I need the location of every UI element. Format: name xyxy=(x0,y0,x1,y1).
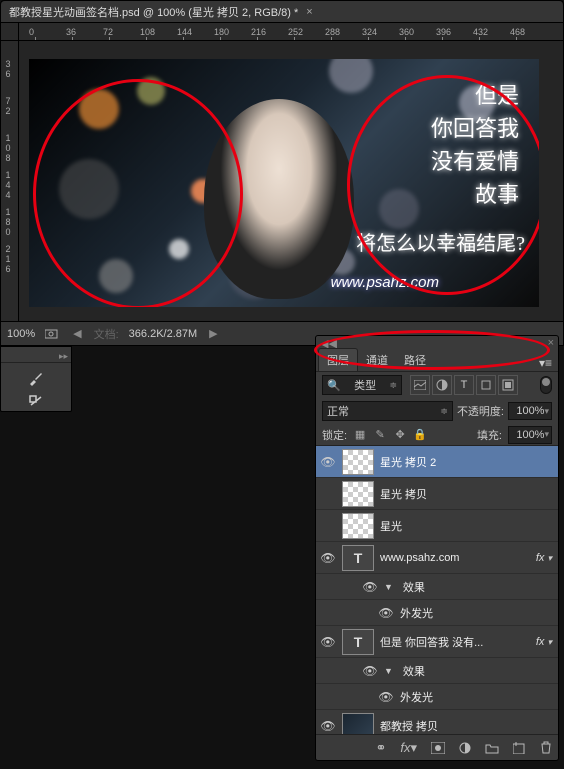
layer-group-icon[interactable] xyxy=(485,742,499,754)
filter-smart-icon[interactable] xyxy=(498,375,518,395)
layer-thumbnail[interactable] xyxy=(342,481,374,507)
doc-info: 366.2K/2.87M xyxy=(129,328,198,340)
layer-row[interactable]: 👁 Twww.psahz.com fx ▾ xyxy=(316,542,558,574)
tool-options-panel: ▸▸ xyxy=(0,346,72,412)
layer-name[interactable]: 都教授 拷贝 xyxy=(380,718,438,734)
document-title: 都教授星光动画签名档.psd @ 100% (星光 拷贝 2, RGB/8) * xyxy=(9,4,298,20)
tab-layers[interactable]: 图层 xyxy=(318,348,358,371)
opacity-label: 不透明度: xyxy=(457,403,504,419)
blend-mode-select[interactable]: 正常≑ xyxy=(322,401,453,421)
lock-transparent-icon[interactable]: ▦ xyxy=(353,428,367,442)
vertical-ruler[interactable]: 3672108144180216 xyxy=(1,41,19,321)
layer-filter-kind[interactable]: 🔍类型≑ xyxy=(322,375,402,395)
visibility-toggle[interactable]: 👁 xyxy=(378,690,394,704)
layer-thumbnail[interactable]: T xyxy=(342,629,374,655)
layer-mask-icon[interactable] xyxy=(431,742,445,754)
layer-row[interactable]: 👁外发光 xyxy=(316,600,558,626)
fx-indicator[interactable]: fx ▾ xyxy=(536,552,554,564)
fill-value[interactable]: 100%▾ xyxy=(508,426,552,444)
horizontal-ruler[interactable]: 03672108144180216252288324360396432468 xyxy=(19,23,563,41)
layer-fx-icon[interactable]: fx▾ xyxy=(400,740,417,756)
layer-row[interactable]: 👁外发光 xyxy=(316,684,558,710)
filter-adjust-icon[interactable] xyxy=(432,375,452,395)
canvas[interactable]: 但是 你回答我 没有爱情 故事 将怎么以幸福结尾? www.psahz.com xyxy=(29,59,539,307)
layer-name[interactable]: 星光 拷贝 2 xyxy=(380,454,436,470)
layer-row[interactable]: 👁▼效果 xyxy=(316,658,558,684)
brush-presets-icon[interactable] xyxy=(26,369,46,387)
portrait-placeholder xyxy=(204,99,354,299)
layer-thumbnail[interactable]: T xyxy=(342,545,374,571)
visibility-toggle[interactable]: 👁 xyxy=(320,455,336,469)
layers-panel: ◀◀ × 图层 通道 路径 ▾≡ 🔍类型≑ T 正常≑ 不透明度: 100%▾ … xyxy=(315,335,559,761)
lock-all-icon[interactable]: 🔒 xyxy=(413,428,427,442)
layer-name[interactable]: www.psahz.com xyxy=(380,552,459,564)
doc-info-label: 文档: xyxy=(94,326,119,342)
visibility-toggle[interactable]: 👁 xyxy=(320,487,336,501)
layer-row[interactable]: 👁 星光 xyxy=(316,510,558,542)
layer-row[interactable]: 👁 星光 拷贝 2 xyxy=(316,446,558,478)
visibility-toggle[interactable]: 👁 xyxy=(362,580,378,594)
link-layers-icon[interactable]: ⚭ xyxy=(375,740,386,756)
layer-row[interactable]: 👁 都教授 拷贝 xyxy=(316,710,558,734)
tab-channels[interactable]: 通道 xyxy=(358,349,396,371)
visibility-toggle[interactable]: 👁 xyxy=(320,719,336,733)
document-window: 都教授星光动画签名档.psd @ 100% (星光 拷贝 2, RGB/8) *… xyxy=(0,0,564,346)
layer-thumbnail[interactable] xyxy=(342,713,374,735)
filter-pixel-icon[interactable] xyxy=(410,375,430,395)
adjustment-layer-icon[interactable] xyxy=(459,742,471,754)
panel-menu-icon[interactable]: ▾≡ xyxy=(533,355,558,371)
delete-layer-icon[interactable] xyxy=(540,741,552,754)
opacity-value[interactable]: 100%▾ xyxy=(508,402,552,420)
layers-footer: ⚭ fx▾ xyxy=(316,734,558,760)
tab-close-icon[interactable]: × xyxy=(306,6,312,18)
new-layer-icon[interactable] xyxy=(513,742,526,754)
document-tab[interactable]: 都教授星光动画签名档.psd @ 100% (星光 拷贝 2, RGB/8) *… xyxy=(1,1,563,23)
canvas-text: 但是 你回答我 没有爱情 故事 将怎么以幸福结尾? xyxy=(431,79,519,211)
layer-name[interactable]: 但是 你回答我 没有... xyxy=(380,634,483,650)
canvas-viewport[interactable]: 但是 你回答我 没有爱情 故事 将怎么以幸福结尾? www.psahz.com xyxy=(19,41,563,321)
layer-row[interactable]: 👁 星光 拷贝 xyxy=(316,478,558,510)
visibility-toggle[interactable]: 👁 xyxy=(362,664,378,678)
layer-name[interactable]: 星光 拷贝 xyxy=(380,486,427,502)
visibility-toggle[interactable]: 👁 xyxy=(320,551,336,565)
filter-shape-icon[interactable] xyxy=(476,375,496,395)
lock-label: 锁定: xyxy=(322,427,347,443)
visibility-toggle[interactable]: 👁 xyxy=(320,635,336,649)
filter-toggle[interactable] xyxy=(540,376,552,394)
panel-tabs: 图层 通道 路径 ▾≡ xyxy=(316,350,558,372)
filter-text-icon[interactable]: T xyxy=(454,375,474,395)
brush-panel-icon[interactable] xyxy=(26,393,46,411)
fx-indicator[interactable]: fx ▾ xyxy=(536,636,554,648)
lock-position-icon[interactable]: ✥ xyxy=(393,428,407,442)
fill-label: 填充: xyxy=(477,427,502,443)
layer-thumbnail[interactable] xyxy=(342,449,374,475)
visibility-toggle[interactable]: 👁 xyxy=(320,519,336,533)
zoom-level[interactable]: 100% xyxy=(7,328,35,340)
tab-paths[interactable]: 路径 xyxy=(396,349,434,371)
visibility-toggle[interactable]: 👁 xyxy=(378,606,394,620)
doc-info-next-icon[interactable]: ▶ xyxy=(207,327,219,340)
canvas-url: www.psahz.com xyxy=(331,274,439,291)
panel-close-icon[interactable]: × xyxy=(548,337,554,349)
ruler-origin[interactable] xyxy=(1,23,19,41)
layers-list[interactable]: 👁 星光 拷贝 2 👁 星光 拷贝 👁 星光 👁 Twww.psahz.com fx ▾ 👁▼效果… xyxy=(316,446,558,734)
layer-row[interactable]: 👁 T 但是 你回答我 没有... fx ▾ xyxy=(316,626,558,658)
doc-info-prev-icon[interactable]: ◀ xyxy=(71,327,83,340)
layer-name[interactable]: 星光 xyxy=(380,518,402,534)
layer-thumbnail[interactable] xyxy=(342,513,374,539)
layer-row[interactable]: 👁▼效果 xyxy=(316,574,558,600)
exposure-icon[interactable] xyxy=(45,328,61,340)
lock-pixels-icon[interactable]: ✎ xyxy=(373,428,387,442)
